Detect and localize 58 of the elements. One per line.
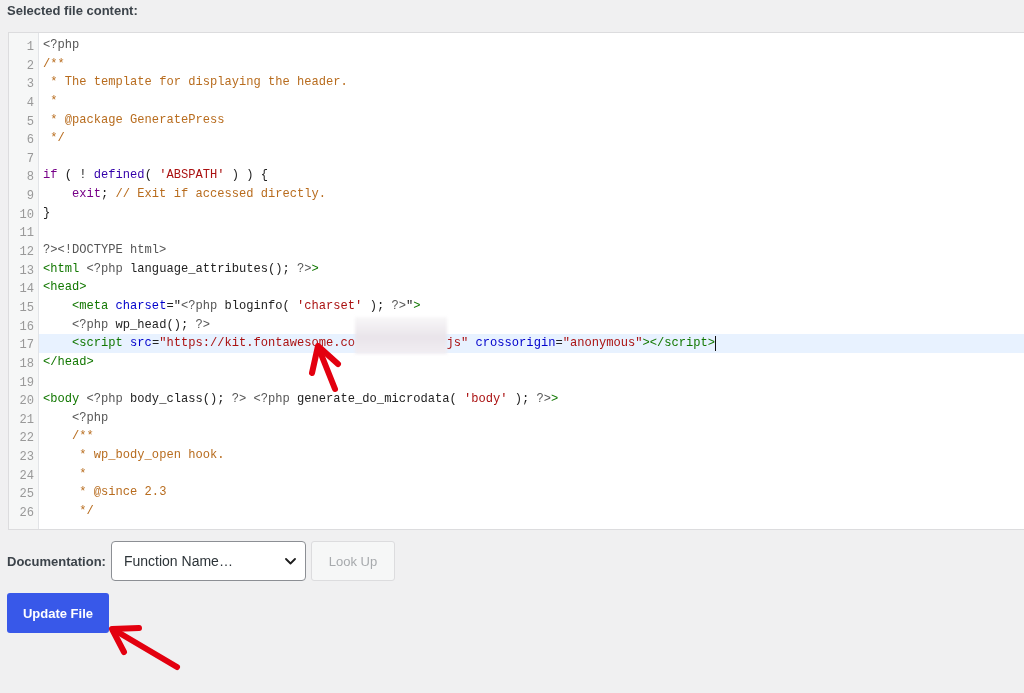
- line-number: 17: [19, 338, 34, 353]
- line-number: 24: [19, 468, 34, 483]
- code-line: }: [43, 205, 51, 220]
- code-line: <?php: [72, 410, 109, 425]
- line-number: 25: [19, 487, 34, 502]
- code-line: ?><!DOCTYPE html>: [43, 243, 167, 258]
- line-number: 23: [19, 450, 34, 465]
- line-number: 16: [19, 319, 34, 334]
- code-editor[interactable]: [8, 32, 1024, 530]
- line-number: 11: [19, 226, 34, 241]
- code-line: * The template for displaying the header.: [50, 75, 348, 90]
- line-number: 1: [26, 40, 34, 54]
- line-number: 5: [26, 114, 34, 129]
- code-line: js" crossorigin="anonymous"></script>: [446, 336, 716, 351]
- code-line: <script src="https://kit.fontawesome.co: [72, 336, 356, 351]
- line-number: 26: [19, 506, 34, 520]
- line-number: 7: [26, 151, 34, 166]
- code-line: */: [79, 504, 94, 518]
- documentation-label: Documentation:: [7, 553, 106, 569]
- line-number: 9: [26, 189, 34, 204]
- code-line: </head>: [43, 354, 94, 369]
- line-number: 18: [19, 356, 34, 371]
- line-number: 14: [19, 282, 34, 297]
- line-number: 8: [26, 170, 34, 185]
- code-line: <html <?php language_attributes(); ?>>: [43, 261, 319, 276]
- code-line: exit; // Exit if accessed directly.: [72, 187, 327, 202]
- code-line: *: [79, 466, 87, 481]
- function-name-select[interactable]: Function Name…: [110, 541, 306, 581]
- code-line: <head>: [43, 280, 87, 295]
- line-number: 2: [26, 58, 34, 73]
- line-number: 12: [19, 245, 34, 260]
- code-line: /**: [72, 429, 94, 444]
- line-number: 20: [19, 394, 34, 409]
- code-line: <?php wp_head(); ?>: [72, 317, 210, 332]
- line-number: 10: [19, 207, 34, 222]
- update-file-button[interactable]: Update File: [7, 593, 109, 633]
- code-line: if ( ! defined( 'ABSPATH' ) ) {: [43, 168, 268, 183]
- code-line: <meta charset="<?php bloginfo( 'charset' ); ?>">: [72, 298, 421, 313]
- line-number: 4: [26, 95, 34, 110]
- code-line: <body <?php body_class(); ?> <?php generate_do_microdata( 'body' ); ?>>: [43, 392, 559, 407]
- code-line: * @since 2.3: [79, 485, 167, 500]
- line-number: 15: [19, 300, 34, 315]
- section-title: Selected file content:: [7, 2, 138, 19]
- code-line: *: [50, 93, 58, 108]
- text-cursor: [715, 335, 717, 351]
- code-line: /**: [43, 56, 65, 71]
- line-number: 3: [26, 77, 34, 92]
- line-number: 13: [19, 263, 34, 278]
- code-line: <?php: [43, 38, 80, 52]
- code-line: * @package GeneratePress: [50, 112, 225, 127]
- annotation-arrow: [109, 625, 180, 670]
- line-number: 21: [19, 412, 34, 427]
- chevron-down-icon: [284, 557, 296, 565]
- line-number: 6: [26, 133, 34, 148]
- line-number: 22: [19, 431, 34, 446]
- code-line: */: [50, 131, 65, 146]
- line-number: 19: [19, 375, 34, 390]
- code-line: * wp_body_open hook.: [79, 448, 225, 463]
